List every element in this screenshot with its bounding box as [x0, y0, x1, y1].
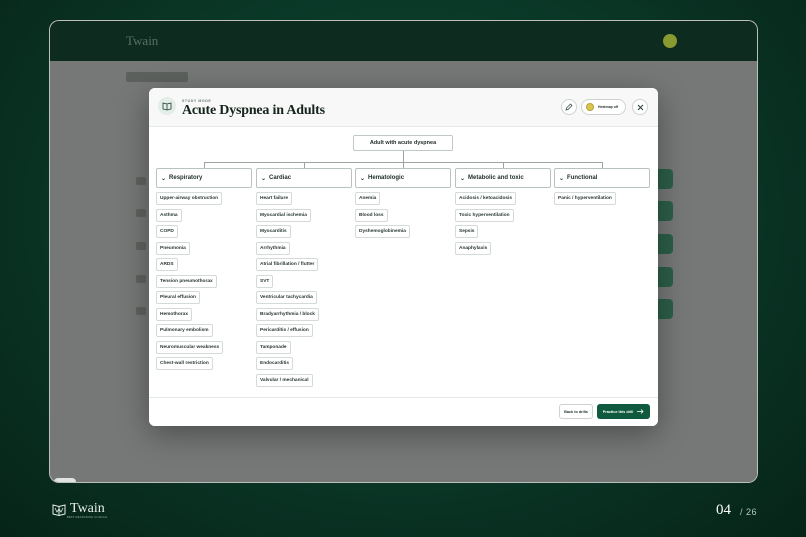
footer-brand: Twain BEST REASONING CLINICAL	[52, 501, 109, 519]
category-header[interactable]: ⌄ Cardiac	[256, 168, 352, 188]
diagnosis-node[interactable]: Upper-airway obstruction	[156, 192, 223, 205]
chevron-down-icon: ⌄	[559, 175, 565, 182]
practice-drill-button[interactable]: Practice this drill	[597, 404, 650, 419]
diagnosis-node[interactable]: Pneumonia	[156, 241, 190, 255]
diagnosis-node[interactable]: Panic / hyperventilation	[554, 192, 616, 205]
corner-pill	[54, 478, 76, 482]
back-to-drills-button[interactable]: Back to drills	[559, 404, 593, 419]
diagnosis-node[interactable]: Blood loss	[355, 208, 388, 222]
background-page-title	[126, 72, 188, 82]
category-header[interactable]: ⌄ Respiratory	[156, 168, 252, 188]
background-row	[136, 209, 146, 217]
diagnosis-node[interactable]: Chest-wall restriction	[156, 357, 213, 370]
diagnosis-node[interactable]: Tamponade	[256, 340, 291, 354]
root-connector	[403, 151, 404, 162]
category-header[interactable]: ⌄ Hematologic	[355, 168, 451, 188]
heatmap-toggle[interactable]: Heatmap off	[581, 99, 626, 115]
arrow-right-icon	[637, 409, 644, 414]
background-row	[136, 307, 146, 315]
diagnosis-node[interactable]: COPD	[156, 225, 178, 238]
app-topbar: Twain	[50, 21, 757, 61]
root-node[interactable]: Adult with acute dyspnea	[353, 135, 453, 151]
diagnosis-node[interactable]: Atrial fibrillation / flutter	[256, 258, 319, 271]
heatmap-dot-icon	[586, 103, 594, 111]
diagnosis-node[interactable]: Myocardial ischemia	[256, 208, 311, 222]
diagnosis-node[interactable]: Bradyarrhythmia / block	[256, 307, 319, 321]
diagnosis-node[interactable]: Arrhythmia	[256, 241, 290, 255]
page-current: 04	[716, 502, 731, 518]
category-label: Metabolic and toxic	[468, 175, 524, 181]
diagnosis-node[interactable]: Acidosis / ketoacidosis	[455, 192, 517, 205]
background-brand: Twain	[126, 33, 159, 48]
diagnosis-node[interactable]: Ventricular tachycardia	[256, 291, 317, 304]
footer-brand-tagline: BEST REASONING CLINICAL	[67, 516, 109, 519]
diagnosis-node[interactable]: Endocarditis	[256, 357, 294, 370]
diagnosis-node[interactable]: Anemia	[355, 192, 381, 205]
category-label: Respiratory	[169, 175, 203, 181]
background-row	[136, 242, 146, 250]
category-header[interactable]: ⌄ Metabolic and toxic	[455, 168, 551, 188]
heatmap-label: Heatmap off	[598, 105, 619, 109]
chevron-down-icon: ⌄	[360, 175, 366, 182]
decision-tree-canvas: Adult with acute dyspnea ⌄ Respiratory Upp…	[149, 128, 658, 397]
twain-logo-icon	[52, 503, 66, 516]
edit-button[interactable]	[561, 99, 577, 115]
diagnosis-node[interactable]: Myocarditis	[256, 225, 291, 238]
diagnosis-node[interactable]: Heart failure	[256, 192, 292, 205]
chevron-down-icon: ⌄	[460, 175, 466, 182]
diagnosis-node[interactable]: Neuromuscular weakness	[156, 340, 224, 354]
background-row	[136, 275, 146, 283]
category-header[interactable]: ⌄ Functional	[554, 168, 650, 188]
pencil-icon	[565, 103, 573, 111]
chevron-down-icon: ⌄	[261, 175, 267, 182]
diagnosis-node[interactable]: Pleural effusion	[156, 291, 200, 304]
page-total: / 26	[740, 507, 758, 517]
modal-header: STUDY MODE Acute Dyspnea in Adults Heatm…	[149, 88, 658, 127]
study-modal: STUDY MODE Acute Dyspnea in Adults Heatm…	[149, 88, 658, 426]
diagnosis-node[interactable]: Tension pneumothorax	[156, 274, 217, 288]
diagnosis-node[interactable]: Valvular / mechanical	[256, 373, 313, 387]
practice-drill-label: Practice this drill	[602, 409, 634, 414]
diagnosis-node[interactable]: Pulmonary embolism	[156, 324, 213, 337]
diagnosis-node[interactable]: Toxic hyperventilation	[455, 208, 514, 222]
book-icon	[158, 97, 176, 115]
diagnosis-node[interactable]: Anaphylaxis	[455, 241, 492, 255]
avatar[interactable]	[663, 34, 677, 48]
category-label: Cardiac	[269, 175, 292, 181]
diagnosis-node[interactable]: Sepsis	[455, 225, 479, 238]
modal-footer: Back to drills Practice this drill	[149, 397, 658, 426]
close-icon	[637, 104, 643, 110]
diagnosis-node[interactable]: ARDS	[156, 258, 178, 271]
diagnosis-node[interactable]: SVT	[256, 274, 274, 288]
category-label: Functional	[567, 175, 598, 181]
background-row	[136, 177, 146, 185]
diagnosis-node[interactable]: Hemothorax	[156, 307, 192, 321]
diagnosis-node[interactable]: Pericarditis / effusion	[256, 324, 313, 337]
diagnosis-node[interactable]: Asthma	[156, 208, 182, 222]
modal-title: Acute Dyspnea in Adults	[182, 103, 325, 118]
close-button[interactable]	[632, 99, 648, 115]
chevron-down-icon: ⌄	[161, 175, 167, 182]
footer-brand-name: Twain	[70, 501, 105, 516]
category-label: Hematologic	[368, 175, 405, 181]
diagnosis-node[interactable]: Dyshemoglobinemia	[355, 225, 410, 238]
